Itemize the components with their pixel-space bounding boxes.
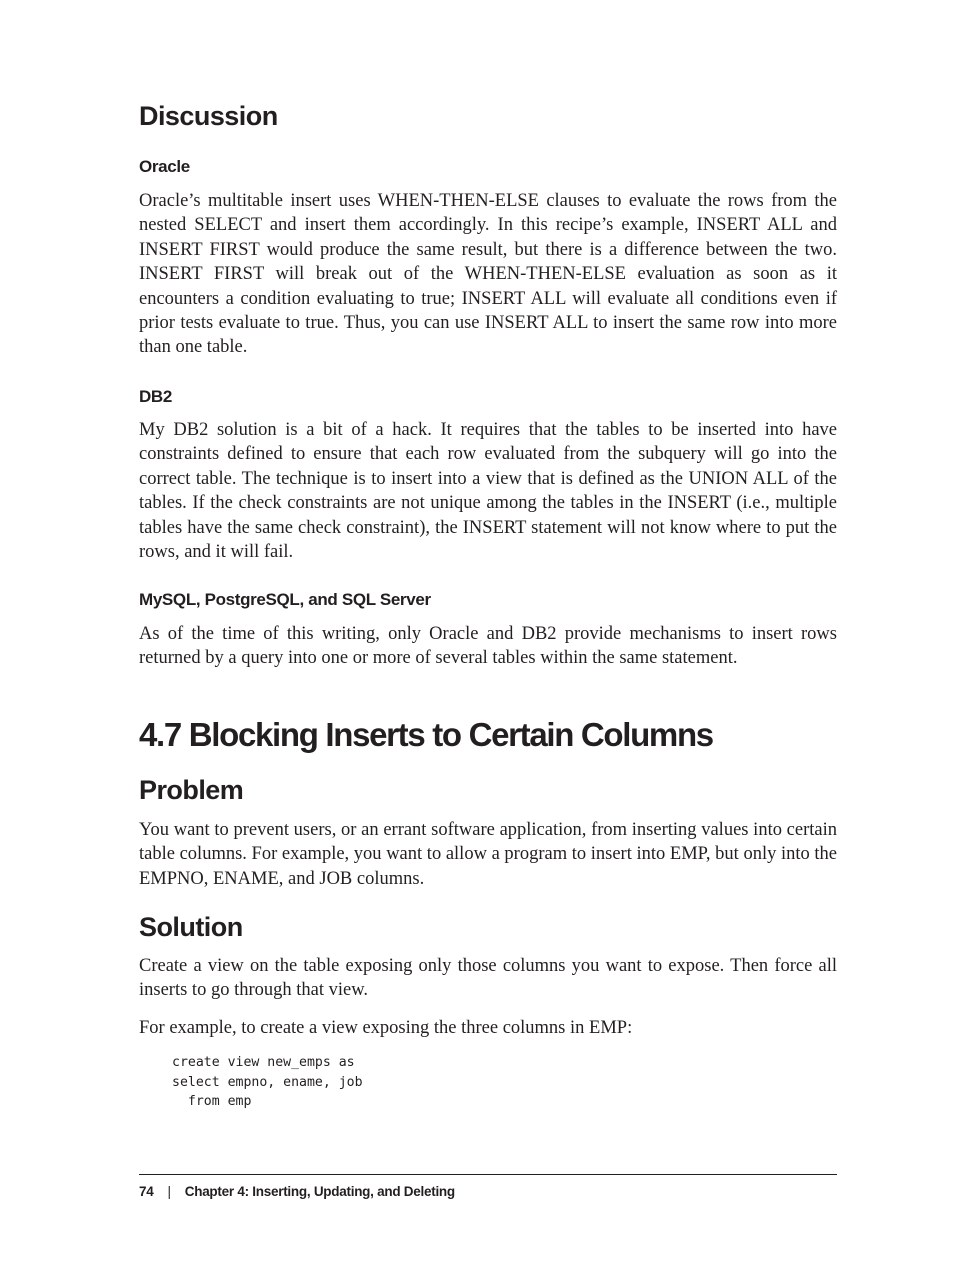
solution-heading: Solution bbox=[139, 912, 243, 942]
section-title: 4.7 Blocking Inserts to Certain Columns bbox=[139, 716, 714, 753]
oracle-paragraph: Oracle’s multitable insert uses WHEN-THE… bbox=[139, 189, 837, 360]
problem-paragraph: You want to prevent users, or an errant … bbox=[139, 818, 837, 891]
footer-rule bbox=[139, 1174, 837, 1175]
problem-text: You want to prevent users, or an errant … bbox=[139, 820, 837, 889]
db2-subheading: DB2 bbox=[139, 387, 172, 406]
other-databases-subheading: MySQL, PostgreSQL, and SQL Server bbox=[139, 590, 431, 609]
oracle-text: Oracle’s multitable insert uses WHEN-THE… bbox=[139, 191, 837, 358]
db2-paragraph: My DB2 solution is a bit of a hack. It r… bbox=[139, 418, 837, 564]
solution-paragraph-2: For example, to create a view exposing t… bbox=[139, 1016, 837, 1040]
page-footer: 74 | Chapter 4: Inserting, Updating, and D… bbox=[139, 1183, 455, 1201]
db2-text: My DB2 solution is a bit of a hack. It r… bbox=[139, 420, 837, 563]
footer-separator: | bbox=[167, 1184, 171, 1199]
discussion-heading: Discussion bbox=[139, 101, 278, 131]
code-block: create view new_emps as select empno, en… bbox=[172, 1055, 363, 1110]
other-databases-paragraph: As of the time of this writing, only Ora… bbox=[139, 622, 837, 671]
page-number: 74 bbox=[139, 1184, 154, 1199]
other-databases-text: As of the time of this writing, only Ora… bbox=[139, 624, 837, 669]
oracle-subheading: Oracle bbox=[139, 157, 190, 176]
solution-text-2: For example, to create a view exposing t… bbox=[139, 1018, 633, 1038]
problem-heading: Problem bbox=[139, 775, 244, 805]
chapter-title: Chapter 4: Inserting, Updating, and Dele… bbox=[184, 1184, 455, 1199]
solution-paragraph-1: Create a view on the table exposing only… bbox=[139, 954, 837, 1003]
solution-text-1: Create a view on the table exposing only… bbox=[139, 956, 837, 1001]
